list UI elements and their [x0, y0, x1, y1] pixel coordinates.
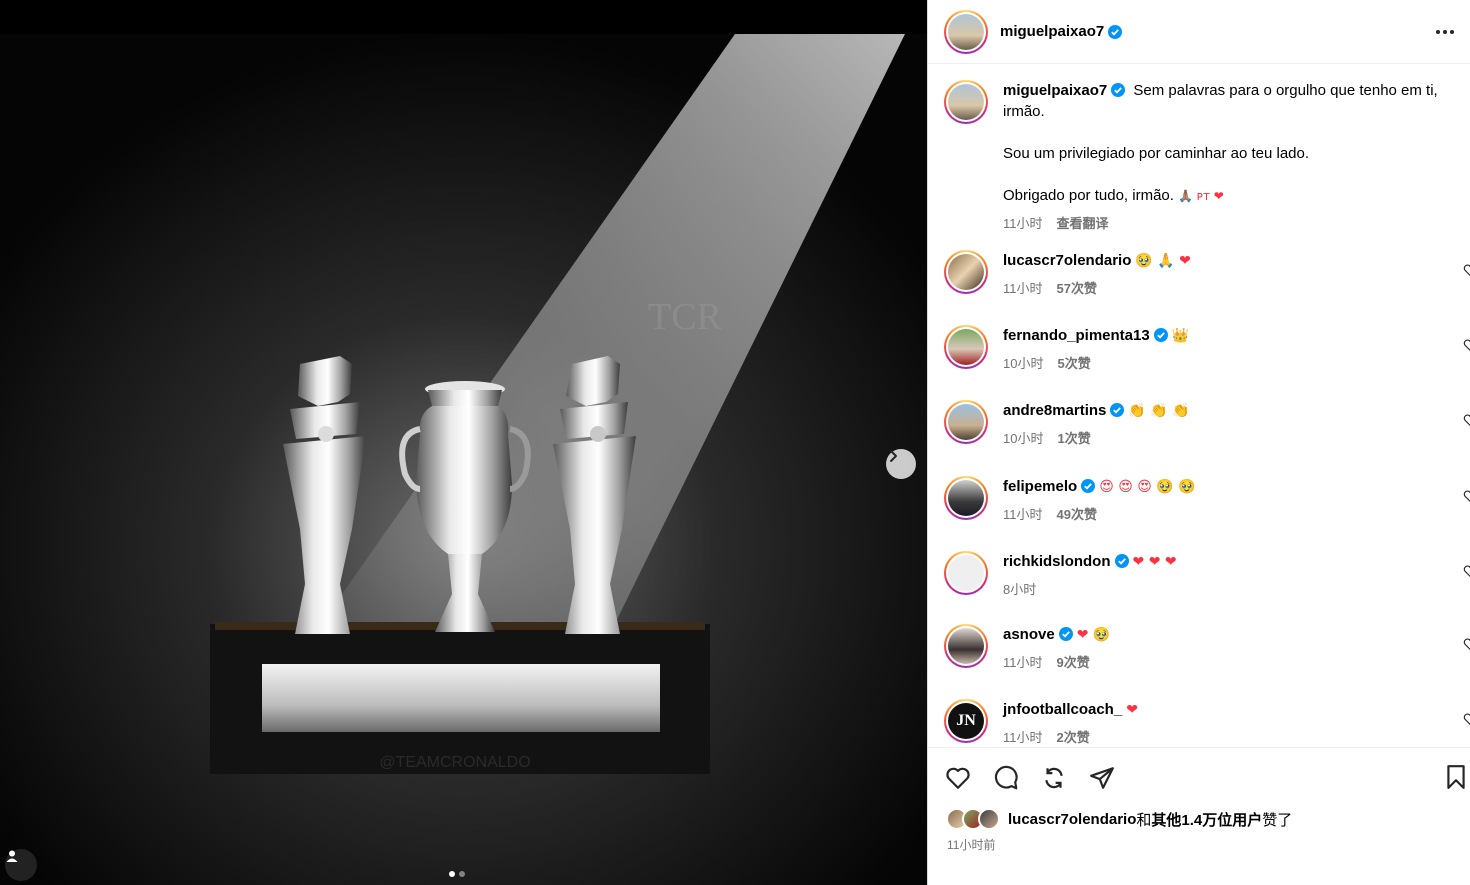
heart-outline-icon[interactable]: [1463, 637, 1470, 651]
heart-outline-icon[interactable]: [1463, 564, 1470, 578]
comment-text: 👏 👏 👏: [1128, 403, 1190, 419]
comment-text: 🥹 🙏 ❤: [1135, 253, 1191, 269]
verified-badge-icon: [1081, 479, 1096, 493]
comment-likes[interactable]: 5次赞: [1057, 356, 1090, 371]
comment-time: 11小时: [1003, 655, 1043, 670]
post-header: miguelpaixao7: [928, 0, 1470, 64]
comment-avatar[interactable]: [944, 250, 988, 294]
repost-button[interactable]: [1040, 764, 1068, 792]
comment-text: ❤ ❤ ❤: [1132, 554, 1177, 570]
comment-username[interactable]: jnfootballcoach_: [1003, 701, 1122, 718]
comment-text: 😍 😍 😍 🥹 🥹: [1099, 479, 1196, 495]
heart-outline-icon[interactable]: [1463, 489, 1470, 503]
comment-text: 👑: [1171, 328, 1190, 344]
send-icon: [1090, 767, 1114, 789]
likes-and: 和: [1136, 811, 1152, 829]
caption-line-3: Obrigado por tudo, irmão.: [1003, 187, 1174, 204]
comments-list[interactable]: miguelpaixao7 Sem palavras para o orgulh…: [928, 64, 1470, 747]
heart-outline-icon[interactable]: [1463, 338, 1470, 352]
comment-time: 11小时: [1003, 730, 1043, 745]
comment-username[interactable]: richkidslondon: [1003, 553, 1111, 570]
comment-username[interactable]: lucascr7olendario: [1003, 252, 1131, 269]
comment-icon: [994, 765, 1018, 790]
heart-outline-icon[interactable]: [1463, 712, 1470, 726]
verified-badge-icon: [1111, 83, 1126, 97]
comment-time: 8小时: [1003, 582, 1037, 597]
post-timestamp[interactable]: 11小时前: [947, 836, 995, 853]
verified-badge-icon: [1110, 403, 1125, 417]
person-icon: [6, 850, 18, 862]
comment-username[interactable]: asnove: [1003, 626, 1055, 643]
caption-avatar[interactable]: [944, 80, 988, 124]
caption-line-2: Sou um privilegiado por caminhar ao teu …: [1003, 145, 1310, 162]
likes-suffix: 赞了: [1262, 811, 1293, 829]
comment-time: 11小时: [1003, 281, 1043, 296]
heart-icon: [946, 767, 970, 789]
comment-username[interactable]: felipemelo: [1003, 478, 1077, 495]
comment-time: 10小时: [1003, 356, 1044, 371]
comment-avatar[interactable]: [944, 551, 988, 595]
liker-avatar: [978, 808, 1000, 830]
post-panel: miguelpaixao7 miguelpaixao7 Sem palavras…: [927, 0, 1470, 885]
comment-text: ❤ 🥹: [1076, 627, 1111, 643]
other-likers[interactable]: 其他1.4万位用户: [1151, 809, 1262, 830]
comment-likes[interactable]: 1次赞: [1057, 431, 1090, 446]
comment-likes[interactable]: 49次赞: [1057, 507, 1097, 522]
heart-outline-icon[interactable]: [1463, 413, 1470, 427]
likes-summary: lucascr7olendario 和其他1.4万位用户 赞了: [946, 808, 1292, 830]
comment-avatar[interactable]: JN: [944, 699, 988, 743]
watermark-bottom: @TEAMCRONALDO: [379, 754, 530, 771]
first-liker[interactable]: lucascr7olendario: [1008, 811, 1136, 828]
share-button[interactable]: [1088, 764, 1116, 792]
comment-likes[interactable]: 57次赞: [1057, 281, 1097, 296]
caption-username[interactable]: miguelpaixao7: [1003, 82, 1107, 99]
caption-meta: 11小时 查看翻译: [1003, 213, 1453, 234]
verified-badge-icon: [1114, 554, 1129, 568]
comment-avatar[interactable]: [944, 325, 988, 369]
caption-time: 11小时: [1003, 216, 1043, 231]
media-top-bar: [0, 0, 927, 34]
carousel-next-button[interactable]: [886, 449, 916, 479]
carousel-indicator: [449, 871, 465, 877]
caption-emoji: 🙏🏽 ᴘᴛ ❤: [1177, 189, 1224, 203]
trophies-image: @TEAMCRONALDO TCR: [0, 34, 927, 885]
author-avatar[interactable]: [944, 9, 988, 54]
comment-likes[interactable]: 2次赞: [1057, 730, 1090, 745]
comment-username[interactable]: fernando_pimenta13: [1003, 327, 1150, 344]
verified-badge-icon: [1153, 328, 1168, 342]
author-username[interactable]: miguelpaixao7: [1000, 23, 1104, 40]
more-options-button[interactable]: [1433, 20, 1457, 44]
caption-line-3-wrap: Obrigado por tudo, irmão. 🙏🏽 ᴘᴛ ❤: [1003, 185, 1453, 207]
comment-text: ❤: [1126, 702, 1138, 718]
like-button[interactable]: [944, 764, 972, 792]
comment-button[interactable]: [992, 764, 1020, 792]
comment-avatar[interactable]: [944, 624, 988, 668]
carousel-dot-active: [449, 871, 455, 877]
verified-badge-icon: [1058, 627, 1073, 641]
comment-likes[interactable]: 9次赞: [1057, 655, 1090, 670]
see-translation-link[interactable]: 查看翻译: [1057, 216, 1109, 231]
watermark-top: TCR: [648, 296, 723, 338]
verified-badge-icon: [1108, 24, 1123, 39]
save-button[interactable]: [1443, 764, 1470, 792]
comment-time: 11小时: [1003, 507, 1043, 522]
comment-username[interactable]: andre8martins: [1003, 402, 1106, 419]
chevron-right-icon: [890, 450, 897, 462]
post-photo[interactable]: @TEAMCRONALDO TCR: [0, 34, 927, 885]
repost-icon: [1045, 767, 1063, 789]
comment-avatar[interactable]: [944, 400, 988, 444]
liker-avatars: [946, 808, 1000, 830]
heart-outline-icon[interactable]: [1463, 263, 1470, 277]
more-dots-icon: [1436, 30, 1454, 34]
bookmark-icon: [1447, 765, 1465, 789]
post-media: @TEAMCRONALDO TCR: [0, 0, 927, 885]
tagged-users-button[interactable]: [5, 849, 37, 881]
comment-avatar[interactable]: [944, 476, 988, 520]
comment-time: 10小时: [1003, 431, 1044, 446]
post-actions: lucascr7olendario 和其他1.4万位用户 赞了 11小时前: [928, 747, 1470, 885]
carousel-dot: [459, 871, 465, 877]
